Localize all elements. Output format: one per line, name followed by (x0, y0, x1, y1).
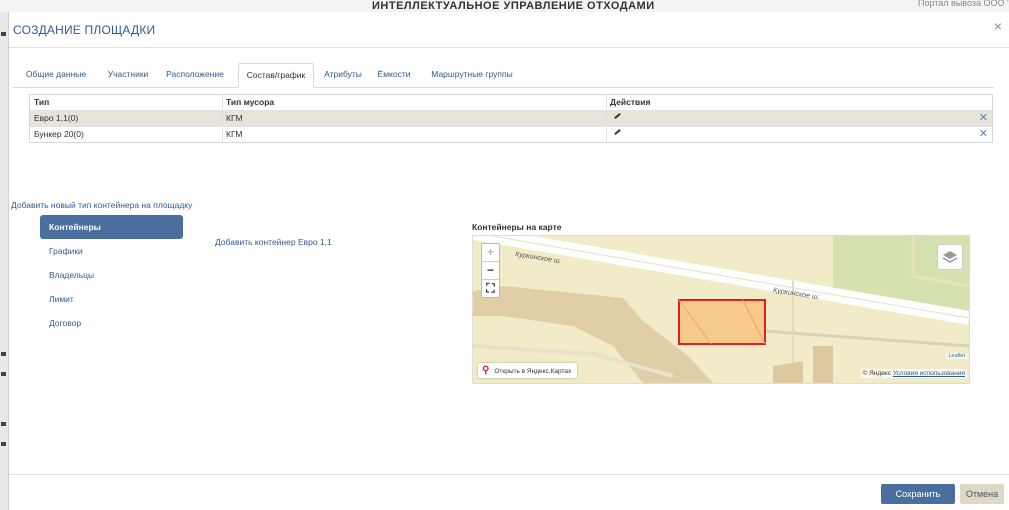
map-tiles: Куркинское ш. Куркинское ш. (473, 236, 969, 383)
sidebar-nav: Контейнеры Графики Владельцы Лимит Догов… (40, 215, 183, 335)
add-container-type-link[interactable]: Добавить новый тип контейнера на площадк… (11, 200, 192, 210)
dialog-title: СОЗДАНИЕ ПЛОЩАДКИ (13, 23, 156, 37)
edit-icon[interactable] (614, 128, 621, 136)
map-view[interactable]: Куркинское ш. Куркинское ш. + − ⛶ ⚲ Откры… (472, 235, 970, 384)
tab-capacities[interactable]: Ёмкости (373, 63, 415, 86)
add-container-link[interactable]: Добавить контейнер Евро 1,1 (215, 237, 332, 247)
create-site-dialog: СОЗДАНИЕ ПЛОЩАДКИ × Общие данные Участни… (8, 12, 1009, 510)
terms-of-use-link[interactable]: Условия использования (893, 370, 965, 377)
tab-location[interactable]: Расположение (159, 63, 231, 86)
tab-general[interactable]: Общие данные (19, 63, 93, 86)
background-header: ИНТЕЛЛЕКТУАЛЬНОЕ УПРАВЛЕНИЕ ОТХОДАМИ Пор… (0, 0, 1009, 12)
sidebar-item-containers[interactable]: Контейнеры (40, 215, 183, 239)
edit-icon[interactable] (614, 112, 621, 120)
zoom-out-button[interactable]: − (482, 262, 499, 280)
row-waste-type: КГМ (226, 129, 243, 139)
sidebar-item-schedules[interactable]: Графики (40, 239, 183, 263)
tab-bar: Общие данные Участники Расположение Сост… (13, 63, 994, 88)
open-in-yandex-label: Открыть в Яндекс.Картах (494, 368, 572, 375)
zoom-in-button[interactable]: + (482, 244, 499, 262)
cancel-button[interactable]: Отмена (960, 484, 1004, 504)
footer-divider (9, 474, 1009, 475)
map-copyright: © Яндекс Условия использования (860, 369, 967, 378)
user-portal-label: Портал вывоза ООО "Эл (918, 0, 1009, 8)
row-type: Бункер 20(0) (34, 129, 84, 139)
tab-composition-schedule[interactable]: Состав/график (238, 63, 314, 88)
sidebar-item-limit[interactable]: Лимит (40, 287, 183, 311)
layers-button[interactable] (937, 244, 963, 270)
title-divider (9, 47, 1009, 48)
layers-icon (942, 251, 958, 263)
copyright-text: © Яндекс (862, 370, 892, 377)
map-pin-icon: ⚲ (482, 365, 490, 376)
table-row[interactable]: Бункер 20(0) КГМ ✕ (30, 127, 992, 142)
sidebar-item-contract[interactable]: Договор (40, 311, 183, 335)
tab-attributes[interactable]: Атрибуты (317, 63, 369, 86)
tab-participants[interactable]: Участники (101, 63, 155, 86)
delete-icon[interactable]: ✕ (979, 111, 988, 126)
header-type: Тип (34, 97, 50, 107)
table-header-row: Тип Тип мусора Действия (30, 95, 992, 111)
tab-route-groups[interactable]: Маршрутные группы (427, 63, 517, 86)
header-waste-type: Тип мусора (226, 97, 275, 107)
map-title: Контейнеры на карте (472, 222, 562, 232)
sidebar-item-owners[interactable]: Владельцы (40, 263, 183, 287)
background-left-edge (0, 12, 8, 510)
close-icon[interactable]: × (994, 18, 1002, 34)
row-waste-type: КГМ (226, 113, 243, 123)
header-actions: Действия (610, 97, 651, 107)
app-title: ИНТЕЛЛЕКТУАЛЬНОЕ УПРАВЛЕНИЕ ОТХОДАМИ (372, 0, 655, 12)
row-type: Евро 1,1(0) (34, 113, 79, 123)
leaflet-attribution[interactable]: Leaflet (946, 353, 967, 359)
zoom-control: + − ⛶ (481, 243, 500, 298)
fullscreen-icon[interactable]: ⛶ (482, 280, 499, 297)
save-button[interactable]: Сохранить (881, 484, 955, 504)
open-in-yandex-button[interactable]: ⚲ Открыть в Яндекс.Картах (478, 363, 578, 378)
delete-icon[interactable]: ✕ (979, 127, 988, 142)
table-row[interactable]: Евро 1,1(0) КГМ ✕ (30, 111, 992, 127)
container-types-table: Тип Тип мусора Действия Евро 1,1(0) КГМ … (29, 94, 993, 143)
